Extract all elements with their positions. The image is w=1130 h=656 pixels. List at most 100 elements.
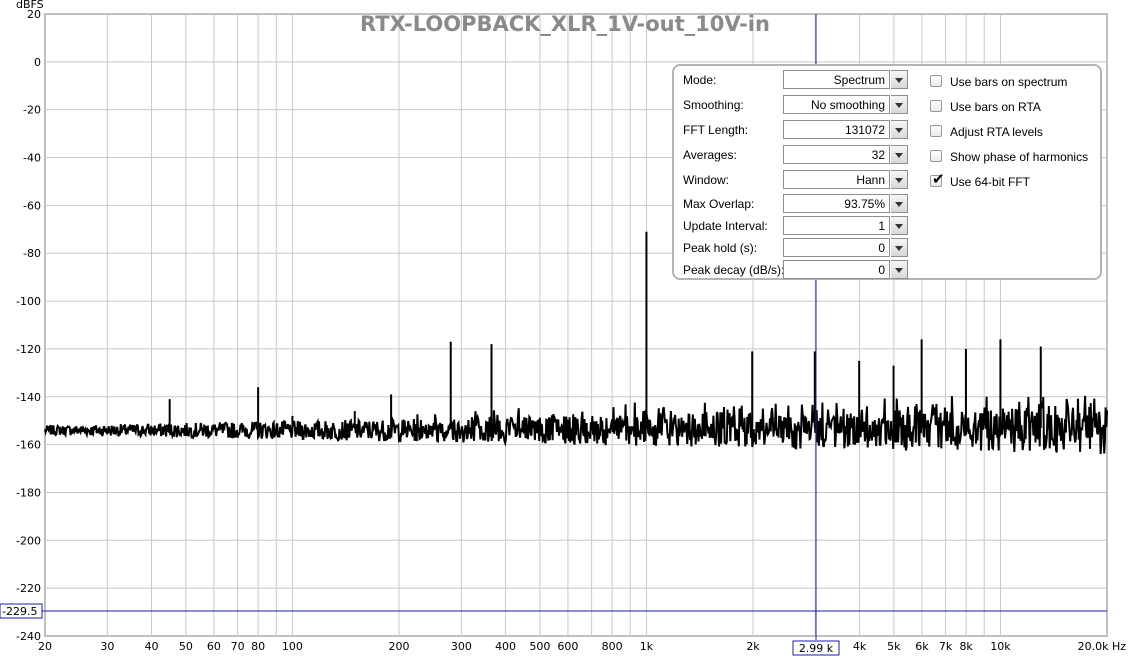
checkbox-show-phase-of-harmonics[interactable]: Show phase of harmonics: [930, 148, 1102, 168]
x-tick-label: 20.0k Hz: [1078, 640, 1127, 653]
y-tick-label: -140: [16, 391, 41, 404]
y-tick-label: -120: [16, 343, 41, 356]
y-axis-ticks: 20 0 -20 -40 -60 -80 -100 -120 -140 -160 -180 -200 -…: [16, 8, 41, 643]
setting-value: Hann: [856, 173, 885, 187]
y-tick-label: -160: [16, 439, 41, 452]
setting-value: No smoothing: [810, 98, 885, 112]
x-tick-label: 6k: [915, 640, 929, 653]
checkbox[interactable]: ✔: [930, 170, 945, 188]
x-tick-label: 20: [38, 640, 52, 653]
y-tick-label: -220: [16, 582, 41, 595]
x-tick-label: 500: [529, 640, 550, 653]
setting-label: Mode:: [683, 73, 717, 87]
checkbox-adjust-rta-levels[interactable]: Adjust RTA levels: [930, 123, 1102, 143]
x-tick-label: 30: [100, 640, 114, 653]
setting-row-averages[interactable]: Averages: 32: [674, 145, 914, 166]
setting-label: FFT Length:: [683, 123, 749, 137]
setting-label: Averages:: [683, 148, 737, 162]
checkbox-use-64-bit-fft[interactable]: ✔ Use 64-bit FFT: [930, 170, 1102, 193]
checkbox-label: Use bars on RTA: [950, 100, 1041, 114]
setting-row-window[interactable]: Window: Hann: [674, 170, 914, 191]
checkbox-use-bars-on-rta[interactable]: Use bars on RTA: [930, 98, 1102, 118]
update-interval-select[interactable]: 1: [783, 216, 890, 235]
setting-row-peak-hold[interactable]: Peak hold (s): 0: [674, 238, 914, 259]
checkbox[interactable]: [930, 75, 942, 87]
setting-row-smoothing[interactable]: Smoothing: No smoothing: [674, 95, 914, 116]
checkmark-icon: ✔: [932, 170, 945, 188]
y-tick-label: -60: [23, 199, 41, 212]
x-tick-label: 8k: [959, 640, 973, 653]
y-tick-label: 20: [27, 8, 41, 21]
chevron-down-icon[interactable]: [891, 145, 908, 164]
setting-value: 0: [878, 241, 885, 255]
setting-label: Peak hold (s):: [683, 241, 758, 255]
setting-value: Spectrum: [833, 73, 885, 87]
x-tick-label: 2k: [746, 640, 760, 653]
y-tick-label: -100: [16, 295, 41, 308]
checkbox[interactable]: [930, 150, 942, 162]
level-cursor-readout: -229.5: [2, 605, 37, 618]
y-tick-label: -200: [16, 534, 41, 547]
chevron-down-icon[interactable]: [891, 170, 908, 189]
spectrum-settings-panel: Mode: Spectrum Smoothing: No smoothing F…: [672, 64, 1102, 280]
y-tick-label: -40: [23, 152, 41, 165]
x-tick-label: 10k: [990, 640, 1011, 653]
x-tick-label: 80: [251, 640, 265, 653]
y-tick-label: 0: [34, 56, 41, 69]
chevron-down-icon[interactable]: [891, 216, 908, 235]
x-tick-label: 70: [231, 640, 245, 653]
setting-value: 93.75%: [844, 197, 885, 211]
chevron-down-icon[interactable]: [891, 260, 908, 279]
setting-row-mode[interactable]: Mode: Spectrum: [674, 70, 914, 91]
fft-length-select[interactable]: 131072: [783, 120, 890, 139]
max-overlap-select[interactable]: 93.75%: [783, 194, 890, 213]
chevron-down-icon[interactable]: [891, 238, 908, 257]
x-tick-label: 50: [179, 640, 193, 653]
setting-value: 0: [878, 263, 885, 277]
chevron-down-icon[interactable]: [891, 194, 908, 213]
setting-row-update-interval[interactable]: Update Interval: 1: [674, 216, 914, 237]
x-tick-label: 1k: [640, 640, 654, 653]
chevron-down-icon[interactable]: [891, 95, 908, 114]
setting-label: Peak decay (dB/s):: [683, 263, 785, 277]
x-axis-ticks: 203040506070801002003004005006008001k2k3…: [38, 640, 1126, 653]
setting-label: Window:: [683, 173, 730, 187]
setting-row-max-overlap[interactable]: Max Overlap: 93.75%: [674, 194, 914, 215]
setting-value: 131072: [844, 123, 885, 137]
smoothing-select[interactable]: No smoothing: [783, 95, 890, 114]
frequency-cursor-readout: 2.99 k: [799, 642, 834, 655]
x-tick-label: 5k: [887, 640, 901, 653]
checkbox-label: Adjust RTA levels: [950, 125, 1043, 139]
mode-select[interactable]: Spectrum: [783, 70, 890, 89]
x-tick-label: 800: [602, 640, 623, 653]
x-tick-label: 7k: [939, 640, 953, 653]
averages-select[interactable]: 32: [783, 145, 890, 164]
setting-label: Max Overlap:: [683, 197, 755, 211]
x-tick-label: 60: [207, 640, 221, 653]
chart-title: RTX-LOOPBACK_XLR_1V-out_10V-in: [360, 12, 770, 36]
checkbox[interactable]: [930, 100, 942, 112]
chevron-down-icon[interactable]: [891, 120, 908, 139]
setting-value: 1: [878, 219, 885, 233]
setting-row-fft-length[interactable]: FFT Length: 131072: [674, 120, 914, 141]
checkbox-label: Use bars on spectrum: [950, 75, 1068, 89]
setting-value: 32: [871, 148, 885, 162]
y-tick-label: -20: [23, 104, 41, 117]
peak-hold-select[interactable]: 0: [783, 238, 890, 257]
chevron-down-icon[interactable]: [891, 70, 908, 89]
setting-row-peak-decay[interactable]: Peak decay (dB/s): 0: [674, 260, 914, 281]
checkbox-label: Use 64-bit FFT: [950, 175, 1031, 189]
setting-label: Smoothing:: [683, 98, 744, 112]
y-tick-label: -80: [23, 247, 41, 260]
setting-label: Update Interval:: [683, 219, 768, 233]
x-tick-label: 600: [557, 640, 578, 653]
x-tick-label: 40: [145, 640, 159, 653]
x-tick-label: 200: [389, 640, 410, 653]
x-tick-label: 100: [282, 640, 303, 653]
window-select[interactable]: Hann: [783, 170, 890, 189]
checkbox[interactable]: [930, 125, 942, 137]
peak-decay-select[interactable]: 0: [783, 260, 890, 279]
checkbox-use-bars-on-spectrum[interactable]: Use bars on spectrum: [930, 73, 1102, 93]
x-tick-label: 4k: [853, 640, 867, 653]
x-tick-label: 400: [495, 640, 516, 653]
